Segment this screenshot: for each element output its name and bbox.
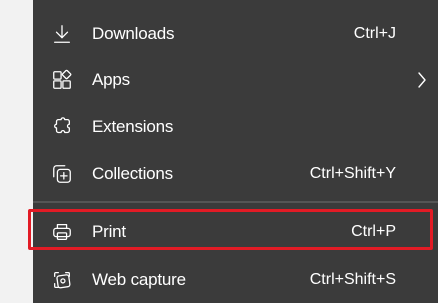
collections-icon	[50, 162, 74, 186]
menu-item-shortcut: Ctrl+Shift+S	[309, 271, 396, 288]
menu-item-collections[interactable]: Collections Ctrl+Shift+Y	[33, 151, 438, 197]
menu-item-shortcut: Ctrl+P	[351, 223, 396, 240]
menu-item-shortcut: Ctrl+J	[353, 25, 396, 42]
chevron-right-icon	[416, 71, 428, 89]
menu-item-label: Apps	[92, 70, 130, 89]
menu-item-shortcut: Ctrl+Shift+Y	[309, 165, 396, 182]
browser-settings-menu: Downloads Ctrl+J Apps Extensions Collect…	[33, 0, 438, 303]
extensions-icon	[50, 115, 74, 139]
menu-item-label: Downloads	[92, 24, 175, 43]
menu-item-label: Extensions	[92, 117, 174, 136]
print-icon	[50, 220, 74, 244]
menu-item-print[interactable]: Print Ctrl+P	[33, 209, 438, 255]
menu-item-label: Web capture	[92, 270, 186, 289]
menu-divider	[33, 201, 438, 203]
apps-icon	[50, 68, 74, 92]
menu-item-apps[interactable]: Apps	[33, 57, 438, 103]
menu-item-web-capture[interactable]: Web capture Ctrl+Shift+S	[33, 257, 438, 303]
menu-item-label: Collections	[92, 164, 173, 183]
download-icon	[50, 22, 74, 46]
menu-item-extensions[interactable]: Extensions	[33, 104, 438, 150]
menu-item-downloads[interactable]: Downloads Ctrl+J	[33, 11, 438, 57]
web-capture-icon	[50, 268, 74, 292]
menu-item-label: Print	[92, 222, 126, 241]
